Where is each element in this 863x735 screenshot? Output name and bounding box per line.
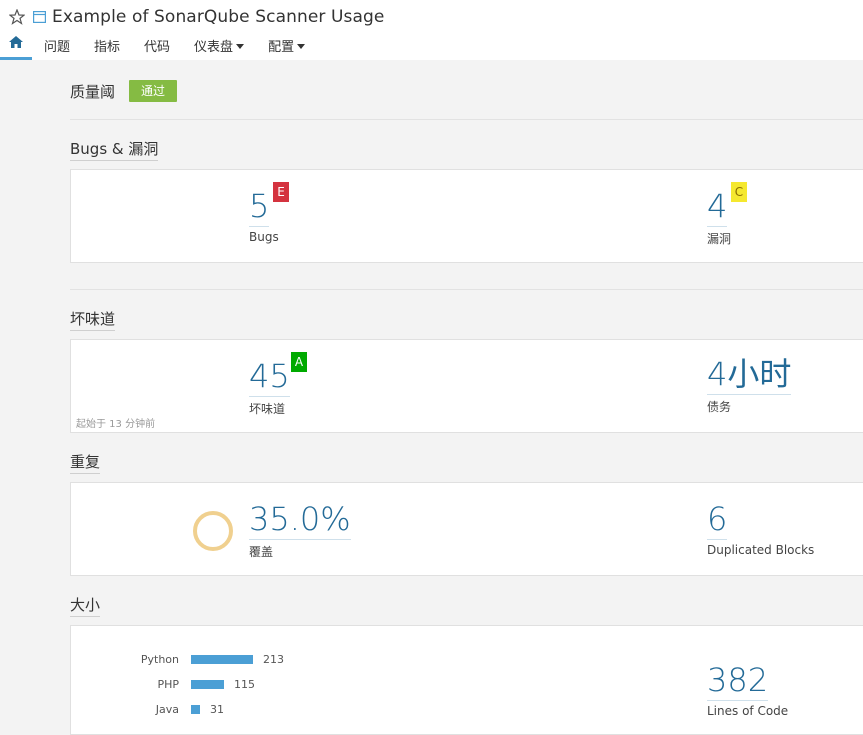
code-smells-rating-badge[interactable]: A <box>291 352 307 372</box>
metric-duplicated-blocks[interactable]: 6 Duplicated Blocks <box>707 501 814 557</box>
metric-technical-debt[interactable]: 4小时 债务 <box>707 355 792 415</box>
debt-value: 4 <box>707 355 728 393</box>
language-row[interactable]: Java 31 <box>71 699 224 719</box>
project-title[interactable]: Example of SonarQube Scanner Usage <box>52 7 384 27</box>
leak-period-since: 起始于 13 分钟前 <box>76 419 156 430</box>
card-code-smells: 45 坏味道 A 4小时 债务 起始于 13 分钟前 <box>70 339 863 433</box>
card-size: Python 213 PHP 115 Java 31 382 Lines of Code <box>70 625 863 735</box>
section-title-duplications: 重复 <box>70 451 101 474</box>
coverage-label: 覆盖 <box>249 545 274 559</box>
metric-vulnerabilities[interactable]: 4 漏洞 <box>707 188 731 247</box>
nav-dashboards[interactable]: 仪表盘 <box>182 30 256 60</box>
language-value: 31 <box>210 702 224 716</box>
nav-home[interactable] <box>0 30 32 60</box>
language-bar <box>191 679 224 689</box>
quality-gate-status-badge[interactable]: 通过 <box>129 80 178 102</box>
card-duplications: 35.0% 覆盖 6 Duplicated Blocks <box>70 482 863 576</box>
coverage-value[interactable]: 35.0% <box>249 501 351 540</box>
caret-down-icon <box>236 43 245 49</box>
duplicated-blocks-value[interactable]: 6 <box>707 501 728 540</box>
metric-code-smells[interactable]: 45 坏味道 <box>249 358 290 417</box>
nav-issues[interactable]: 问题 <box>32 30 82 60</box>
bugs-rating-badge[interactable]: E <box>273 182 289 202</box>
language-value: 213 <box>263 652 284 666</box>
project-window-icon <box>32 10 46 24</box>
language-name: Java <box>155 702 179 716</box>
code-smells-label: 坏味道 <box>249 402 286 416</box>
divider <box>70 289 863 290</box>
home-icon <box>9 35 23 52</box>
vulnerabilities-label: 漏洞 <box>707 232 732 246</box>
nav-measures[interactable]: 指标 <box>82 30 132 60</box>
section-title-size: 大小 <box>70 594 101 617</box>
nav-code[interactable]: 代码 <box>132 30 182 60</box>
debt-unit: 小时 <box>727 355 792 393</box>
vulnerabilities-rating-badge[interactable]: C <box>731 182 747 202</box>
lines-of-code-value[interactable]: 382 <box>707 662 769 701</box>
card-bugs-vulnerabilities: 5 Bugs E 4 漏洞 C <box>70 169 863 263</box>
nav-configuration[interactable]: 配置 <box>256 30 317 60</box>
project-nav: 问题 指标 代码 仪表盘 配置 <box>0 30 317 60</box>
language-bar <box>191 704 200 714</box>
bugs-value[interactable]: 5 <box>249 188 270 227</box>
debt-value-wrap[interactable]: 4小时 <box>707 355 792 395</box>
code-smells-value[interactable]: 45 <box>249 358 290 397</box>
caret-down-icon <box>297 43 306 49</box>
vulnerabilities-value[interactable]: 4 <box>707 188 728 227</box>
section-title-bugs-vulnerabilities: Bugs & 漏洞 <box>70 138 159 161</box>
divider <box>70 119 863 120</box>
section-title-code-smells: 坏味道 <box>70 308 116 331</box>
duplicated-blocks-label: Duplicated Blocks <box>707 543 815 557</box>
metric-coverage[interactable]: 35.0% 覆盖 <box>249 501 351 560</box>
language-row[interactable]: PHP 115 <box>71 674 255 694</box>
language-bar <box>191 654 253 664</box>
bugs-label: Bugs <box>249 230 279 244</box>
metric-lines-of-code[interactable]: 382 Lines of Code <box>707 662 788 718</box>
quality-gate-label: 质量阈 <box>70 82 116 101</box>
language-value: 115 <box>234 677 255 691</box>
debt-label: 债务 <box>707 400 732 414</box>
star-outline-icon[interactable] <box>8 8 26 26</box>
language-row[interactable]: Python 213 <box>71 649 284 669</box>
project-title-row: Example of SonarQube Scanner Usage <box>8 6 384 28</box>
quality-gate: 质量阈 通过 <box>70 80 178 102</box>
top-navigation-bar: Example of SonarQube Scanner Usage 问题 指标… <box>0 0 863 60</box>
language-name: Python <box>140 652 179 666</box>
coverage-donut-chart <box>193 511 233 551</box>
language-name: PHP <box>157 677 179 691</box>
lines-of-code-label: Lines of Code <box>707 704 789 718</box>
